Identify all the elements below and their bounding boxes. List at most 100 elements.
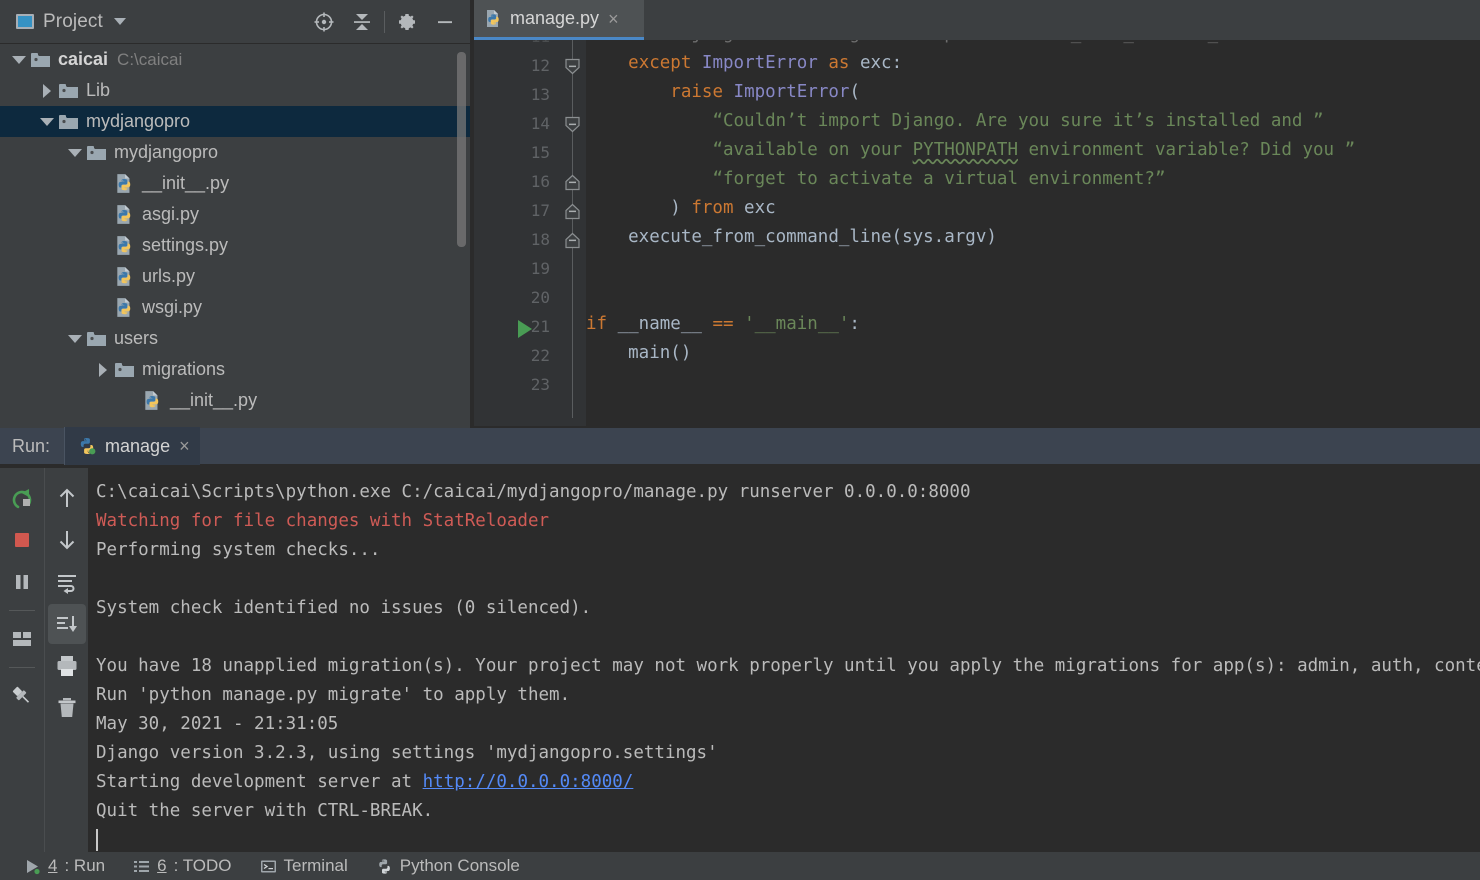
folder-icon [58,113,84,131]
tree-item-label: __init__.py [170,390,258,410]
code-text-area[interactable]: from django.core.management import execu… [586,40,1480,428]
chevron-down-icon[interactable] [64,334,86,343]
folder-icon [86,330,112,348]
tree-item-init-py[interactable]: __init__.py [0,385,470,416]
chevron-down-icon[interactable] [8,55,30,64]
tab-label: manage.py [510,8,600,28]
tree-item-asgi-py[interactable]: asgi.py [0,199,470,230]
python-run-icon [77,436,97,456]
tree-item-path: C:\caicai [117,49,183,69]
tree-item-urls-py[interactable]: urls.py [0,261,470,292]
collapse-all-icon[interactable] [343,3,381,41]
tree-item-label: mydjangopro [86,111,191,131]
line-number: 18 [530,230,550,249]
code-line-15: “available on your PYTHONPATH environmen… [586,140,1355,160]
code-token: if [586,314,608,334]
trash-icon[interactable] [48,688,86,728]
scroll-to-end-icon[interactable] [47,604,86,644]
python-file-icon [114,297,140,318]
code-token: __name__ [607,314,713,334]
code-token: execute_from_command_line [986,40,1260,44]
status-run[interactable]: 4: Run [10,852,119,880]
minimize-icon[interactable] [426,3,464,41]
chevron-right-icon[interactable] [92,362,114,377]
console-output[interactable]: C:\caicai\Scripts\python.exe C:/caicai/m… [88,468,1480,852]
arrow-down-icon[interactable] [48,520,86,560]
python-file-icon [114,266,140,287]
project-window-icon [16,14,34,29]
print-icon[interactable] [48,646,86,686]
tree-item-migrations[interactable]: migrations [0,354,470,385]
tree-item-label: asgi.py [142,204,200,224]
console-line: You have 18 unapplied migration(s). Your… [96,656,1480,676]
gear-icon[interactable] [388,3,426,41]
fold-marker[interactable] [564,232,581,249]
run-panel-label: Run: [12,435,51,456]
run-gutter-icon[interactable] [518,320,532,338]
code-token: exc [733,198,776,218]
code-token: “forget to activate a virtual environmen… [712,169,1166,189]
tree-item-caicai[interactable]: caicai C:\caicai [0,44,470,75]
code-line-16: “forget to activate a virtual environmen… [586,169,1165,189]
stop-icon[interactable] [3,520,41,560]
line-number: 19 [530,259,550,278]
run-toolbar-left [0,468,44,852]
line-number: 22 [530,346,550,365]
editor-tab-strip: manage.py × [474,0,1480,40]
console-line: Starting development server at http://0.… [96,768,1480,797]
console-line: Performing system checks... [96,540,381,560]
chevron-down-icon[interactable] [64,148,86,157]
python-file-icon [114,204,140,225]
tree-item-lib[interactable]: Lib [0,75,470,106]
fold-marker[interactable] [564,116,581,133]
status-todo[interactable]: 6: TODO [119,852,245,880]
project-file-tree[interactable]: caicai C:\caicai Lib mydjangopro mydjangopro… [0,44,470,428]
chevron-down-icon[interactable] [36,117,58,126]
status-python-console-label: Python Console [399,856,520,875]
tree-item-mydjangopro[interactable]: mydjangopro [0,137,470,168]
run-tab-manage[interactable]: manage × [64,427,200,465]
status-todo-label: : TODO [173,856,232,875]
project-tree-scrollbar[interactable] [457,52,466,247]
pause-icon[interactable] [3,562,41,602]
tree-item-wsgi-py[interactable]: wsgi.py [0,292,470,323]
pin-icon[interactable] [3,676,41,716]
code-token: import [923,40,986,44]
chevron-right-icon[interactable] [36,83,58,98]
fold-marker[interactable] [564,203,581,220]
tab-manage-py[interactable]: manage.py × [474,0,644,40]
status-terminal[interactable]: Terminal [246,852,362,880]
close-icon[interactable]: × [179,437,190,455]
tree-item-settings-py[interactable]: settings.py [0,230,470,261]
chevron-down-icon[interactable] [113,18,126,25]
code-line-13: raise ImportError( [586,82,860,102]
line-number: 11 [480,40,550,46]
tree-item-users[interactable]: users [0,323,470,354]
code-token: ImportError [701,53,818,73]
tree-item-mydjangopro[interactable]: mydjangopro [0,106,470,137]
server-url-link[interactable]: http://0.0.0.0:8000/ [423,772,634,792]
console-line: C:\caicai\Scripts\python.exe C:/caicai/m… [96,482,971,502]
code-editor[interactable]: 11 12 13 14 15 16 17 18 19 20 21 22 23 from django.c… [474,40,1480,428]
arrow-up-icon[interactable] [48,478,86,518]
line-number: 16 [530,172,550,191]
code-line-22: main() [586,343,691,363]
close-icon[interactable]: × [608,10,619,28]
rerun-icon[interactable] [3,478,41,518]
code-token: '__main__' [744,314,850,334]
layout-icon[interactable] [3,619,41,659]
folder-icon [30,51,56,69]
fold-marker[interactable] [564,58,581,75]
line-number: 21 [530,317,550,336]
status-python-console[interactable]: Python Console [362,852,534,880]
fold-marker[interactable] [564,174,581,191]
tree-item-label: settings.py [142,235,229,255]
locate-icon[interactable] [305,3,343,41]
soft-wrap-icon[interactable] [48,562,86,602]
editor-gutter[interactable]: 11 12 13 14 15 16 17 18 19 20 21 22 23 [474,40,560,428]
tree-item-label: caicai [58,49,109,69]
editor-fold-strip[interactable] [560,40,586,428]
tree-item-init-py[interactable]: __init__.py [0,168,470,199]
